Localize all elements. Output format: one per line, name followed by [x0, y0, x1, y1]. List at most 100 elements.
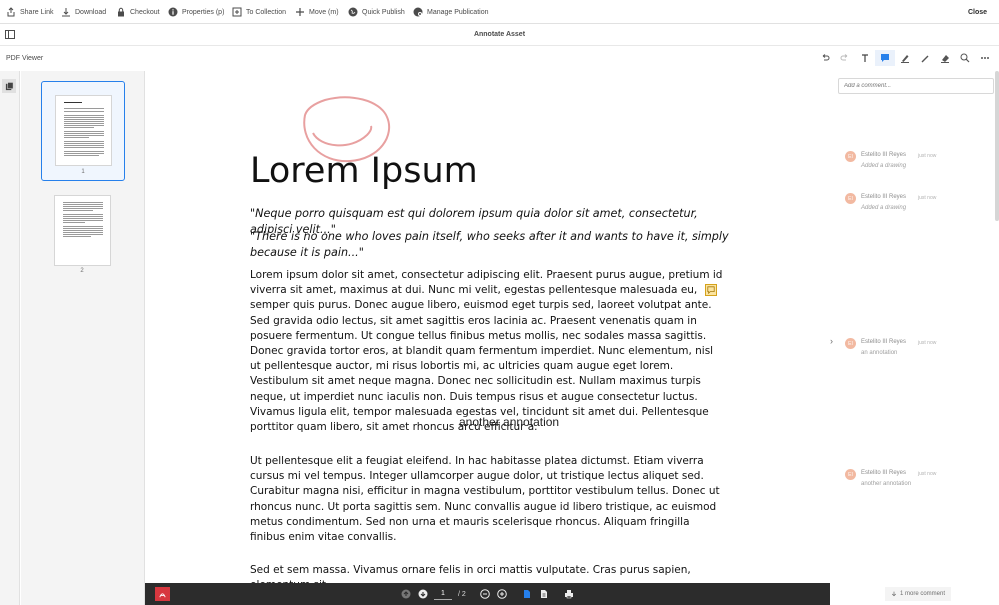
top-toolbar: Share Link Download Checkout Properties …: [0, 0, 999, 24]
comment-time: just now: [918, 471, 937, 477]
quote-2: "There is no one who loves pain itself, …: [250, 230, 729, 259]
highlight-icon: [901, 55, 909, 63]
next-page-button[interactable]: [417, 589, 428, 600]
info-icon: [168, 7, 178, 17]
share-link-button[interactable]: Share Link: [6, 0, 53, 24]
thumbnail-image: [55, 95, 112, 166]
zoom-in-button[interactable]: [497, 589, 508, 600]
properties-button[interactable]: Properties (p): [168, 0, 224, 24]
manage-publication-label: Manage Publication: [427, 8, 489, 16]
fit-page-button[interactable]: [539, 589, 550, 600]
pdf-bottom-toolbar: / 2: [145, 583, 830, 605]
comment-author: Estelito III Reyes: [861, 194, 907, 200]
comment-time: just now: [918, 195, 937, 201]
add-comment-input[interactable]: [838, 78, 994, 94]
comment-body: another annotation: [861, 481, 912, 487]
collection-icon: [232, 7, 242, 17]
text-annotation[interactable]: another annotation: [459, 415, 559, 429]
viewer-toolbar: PDF Viewer: [0, 46, 999, 71]
comment-tool-button[interactable]: [875, 50, 895, 66]
chevron-right-icon[interactable]: ›: [830, 336, 833, 346]
lock-icon: [118, 7, 124, 17]
comment-body: Added a drawing: [861, 205, 907, 211]
pen-tool-button[interactable]: [915, 50, 935, 66]
comment-time: just now: [918, 153, 937, 159]
viewer-label: PDF Viewer: [6, 55, 44, 62]
page-total: / 2: [458, 590, 466, 598]
page-view-icon: [524, 590, 531, 598]
zoom-out-icon: [480, 589, 491, 599]
globe-gear-icon: [413, 7, 423, 17]
download-label: Download: [75, 8, 107, 16]
previous-page-button[interactable]: [400, 589, 411, 600]
comment-body: an annotation: [861, 350, 898, 356]
text-tool-button[interactable]: [855, 50, 875, 66]
avatar: EI: [845, 469, 856, 480]
paragraph-2: Ut pellentesque elit a feugiat eleifend.…: [250, 455, 720, 544]
comment-author: Estelito III Reyes: [861, 339, 907, 345]
more-comments-label: 1 more comment: [900, 591, 946, 597]
arrow-down-icon: [891, 591, 897, 597]
redo-button[interactable]: [835, 50, 855, 66]
avatar: EI: [845, 193, 856, 204]
redo-icon: [840, 54, 848, 61]
fit-page-icon: [541, 590, 548, 598]
close-button[interactable]: Close: [968, 0, 987, 24]
eraser-icon: [941, 55, 949, 63]
thumbnail-page-2[interactable]: 2: [41, 191, 125, 281]
search-button[interactable]: [955, 50, 975, 66]
pdf-document-page[interactable]: Lorem Ipsum "Neque porro quisquam est qu…: [145, 71, 830, 583]
pen-icon: [921, 55, 929, 63]
highlight-tool-button[interactable]: [895, 50, 915, 66]
share-link-label: Share Link: [20, 8, 54, 16]
move-icon: [296, 8, 304, 16]
manage-publication-button[interactable]: Manage Publication: [413, 0, 489, 24]
quick-publish-label: Quick Publish: [362, 8, 405, 16]
print-icon: [565, 590, 574, 599]
page-navigation: / 2: [400, 583, 575, 605]
single-page-view-button[interactable]: [522, 589, 533, 600]
avatar: EI: [845, 338, 856, 349]
title-bar: Annotate Asset: [0, 24, 999, 46]
text-icon: [862, 54, 868, 62]
to-collection-label: To Collection: [246, 8, 287, 16]
page-number-input[interactable]: [434, 588, 452, 600]
arrow-up-icon: [401, 589, 410, 599]
move-label: Move (m): [309, 8, 339, 16]
thumbnail-page-number: 1: [81, 169, 85, 175]
more-button[interactable]: [975, 50, 995, 66]
move-button[interactable]: Move (m): [295, 0, 339, 24]
comment-author: Estelito III Reyes: [861, 152, 907, 158]
properties-label: Properties (p): [182, 8, 225, 16]
zoom-out-button[interactable]: [480, 589, 491, 600]
print-button[interactable]: [564, 589, 575, 600]
arrow-down-icon: [418, 589, 427, 599]
zoom-in-icon: [497, 589, 508, 599]
thumbnail-page-number: 2: [80, 268, 84, 274]
comment-author: Estelito III Reyes: [861, 470, 907, 476]
undo-button[interactable]: [815, 50, 835, 66]
search-icon: [960, 53, 970, 63]
more-comments-button[interactable]: 1 more comment: [885, 587, 952, 601]
to-collection-button[interactable]: To Collection: [232, 0, 286, 24]
pdf-icon: [159, 592, 166, 597]
annotation-tools: [815, 50, 995, 66]
checkout-button[interactable]: Checkout: [116, 0, 160, 24]
quick-publish-button[interactable]: Quick Publish: [348, 0, 405, 24]
comment-marker[interactable]: [705, 284, 717, 296]
download-button[interactable]: Download: [61, 0, 106, 24]
eraser-tool-button[interactable]: [935, 50, 955, 66]
comments-panel: EI Estelito III Reyes just now Added a d…: [830, 71, 999, 605]
paragraph-3: Sed et sem massa. Vivamus ornare felis i…: [250, 564, 691, 583]
checkout-label: Checkout: [130, 8, 160, 16]
avatar: EI: [845, 151, 856, 162]
share-icon: [7, 7, 15, 17]
download-icon: [62, 8, 70, 17]
thumbnail-page-1[interactable]: 1: [41, 81, 125, 181]
page-thumbnails-button[interactable]: [2, 79, 16, 93]
more-icon: [981, 57, 989, 59]
scrollbar[interactable]: [995, 71, 999, 221]
thumbnail-image: [54, 195, 111, 266]
page-title: Annotate Asset: [473, 31, 526, 38]
pages-icon: [5, 81, 13, 90]
